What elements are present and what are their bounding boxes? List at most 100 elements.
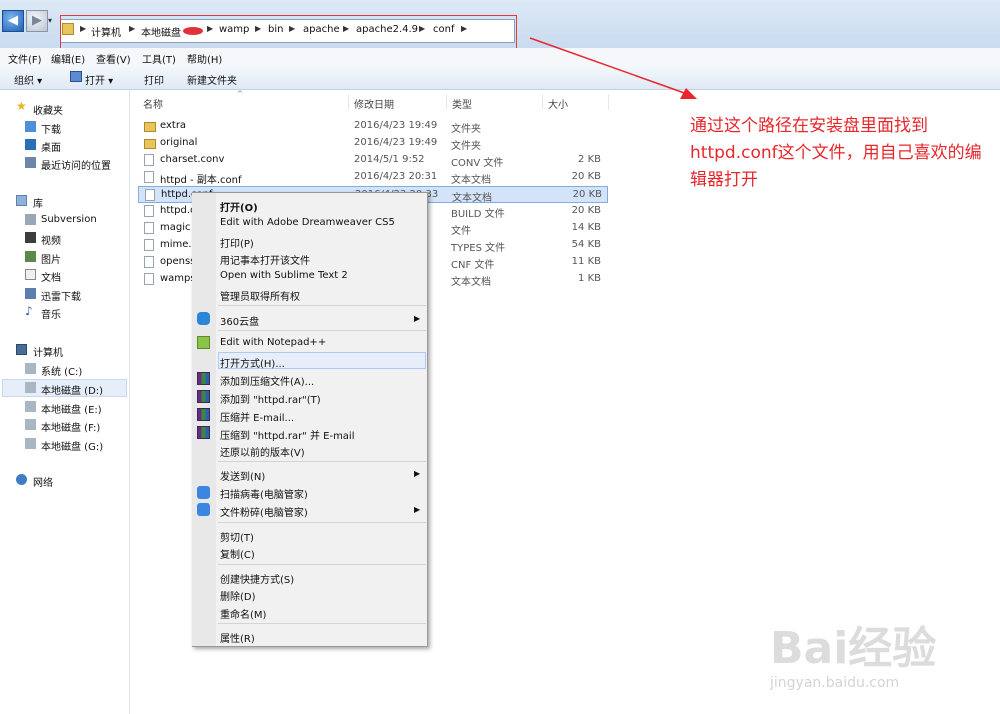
file-icon [144,273,154,285]
submenu-arrow-icon: ▶ [414,505,421,514]
file-date: 2016/4/23 20:31 [354,171,438,182]
ctx-open[interactable]: 打开(O) [220,199,258,214]
annotation-text: 通过这个路径在安装盘里面找到httpd.conf这个文件，用自己喜欢的编辑器打开 [690,116,982,190]
ctx-add-to-rar[interactable]: 添加到 "httpd.rar"(T) [220,391,321,406]
nav-item-video[interactable]: 视频 [41,232,61,247]
nav-item-drive-e[interactable]: 本地磁盘 (E:) [41,401,102,416]
nav-item-drive-d[interactable]: 本地磁盘 (D:) [41,382,103,397]
ctx-print[interactable]: 打印(P) [220,235,254,250]
nav-favorites[interactable]: 收藏夹 [33,102,63,117]
nav-network[interactable]: 网络 [33,474,53,489]
ctx-delete[interactable]: 删除(D) [220,588,256,603]
column-header-name[interactable]: 名称 [143,96,163,111]
menu-view[interactable]: 查看(V) [96,51,131,66]
desktop-icon [25,139,36,150]
file-name: openss [160,256,196,267]
column-header-date[interactable]: 修改日期 [354,96,394,111]
menu-separator [218,461,426,462]
ctx-compress-email[interactable]: 压缩并 E-mail... [220,409,294,424]
nav-item-downloads[interactable]: 下载 [41,121,61,136]
file-icon [144,171,154,183]
ctx-scan-virus[interactable]: 扫描病毒(电脑管家) [220,486,308,501]
column-header-type[interactable]: 类型 [452,96,472,111]
ctx-rename[interactable]: 重命名(M) [220,606,266,621]
ctx-restore-versions[interactable]: 还原以前的版本(V) [220,444,305,459]
nav-item-subversion[interactable]: Subversion [41,214,97,225]
nav-item-desktop[interactable]: 桌面 [41,139,61,154]
nav-item-documents[interactable]: 文档 [41,269,61,284]
open-button[interactable]: 打开 ▾ [85,72,113,87]
menu-separator [218,623,426,624]
download-icon [25,121,36,132]
menu-edit[interactable]: 编辑(E) [51,51,85,66]
ctx-properties[interactable]: 属性(R) [220,630,255,645]
ctx-create-shortcut[interactable]: 创建快捷方式(S) [220,571,294,586]
drive-icon [25,382,36,393]
file-row[interactable]: httpd - 副本.conf 2016/4/23 20:31 文本文档 20 … [138,169,608,186]
library-icon [16,195,27,206]
nav-item-pictures[interactable]: 图片 [41,251,61,266]
menu-separator [218,564,426,565]
menu-help[interactable]: 帮助(H) [187,51,222,66]
recent-pages-dropdown[interactable]: ▾ [48,12,58,30]
music-icon: ♪ [25,304,33,318]
drive-icon [25,401,36,412]
file-icon [144,222,154,234]
nav-libraries[interactable]: 库 [33,195,43,210]
menu-file[interactable]: 文件(F) [8,51,42,66]
nav-item-drive-c[interactable]: 系统 (C:) [41,363,82,378]
column-divider[interactable] [348,94,349,110]
computer-icon [16,344,27,355]
file-size: 2 KB [578,154,601,165]
column-divider[interactable] [608,94,609,110]
file-name: magic [160,222,191,233]
ctx-send-to[interactable]: 发送到(N) [220,468,265,483]
file-name: original [160,137,198,148]
ctx-open-notepad[interactable]: 用记事本打开该文件 [220,252,310,267]
file-size: 20 KB [571,205,601,216]
column-divider[interactable] [446,94,447,110]
file-row[interactable]: original 2016/4/23 19:49 文件夹 [138,135,608,152]
menu-separator [218,522,426,523]
ctx-cut[interactable]: 剪切(T) [220,529,254,544]
nav-item-drive-g[interactable]: 本地磁盘 (G:) [41,438,103,453]
file-size: 14 KB [571,222,601,233]
nav-item-recent[interactable]: 最近访问的位置 [41,157,111,172]
organize-button[interactable]: 组织 ▾ [14,72,42,87]
nav-computer[interactable]: 计算机 [33,344,63,359]
file-row[interactable]: charset.conv 2014/5/1 9:52 CONV 文件 2 KB [138,152,608,169]
column-header-size[interactable]: 大小 [548,96,568,111]
column-divider[interactable] [542,94,543,110]
notepadpp-icon [197,336,210,349]
nav-item-drive-f[interactable]: 本地磁盘 (F:) [41,419,100,434]
ctx-add-to-archive[interactable]: 添加到压缩文件(A)... [220,373,314,388]
ctx-360-cloud[interactable]: 360云盘 [220,313,259,328]
ctx-take-ownership[interactable]: 管理员取得所有权 [220,288,300,303]
file-type: BUILD 文件 [451,209,505,220]
ctx-edit-dreamweaver[interactable]: Edit with Adobe Dreamweaver CS5 [220,217,395,228]
ctx-edit-notepadpp[interactable]: Edit with Notepad++ [220,337,326,348]
file-type: 文件 [451,226,471,237]
menu-tools[interactable]: 工具(T) [142,51,176,66]
video-icon [25,232,36,243]
back-button[interactable]: ◀ [2,10,24,32]
ctx-open-with[interactable]: 打开方式(H)... [220,355,285,370]
ctx-compress-rar-email[interactable]: 压缩到 "httpd.rar" 并 E-mail [220,427,355,442]
menu-separator [218,330,426,331]
file-row[interactable]: extra 2016/4/23 19:49 文件夹 [138,118,608,135]
file-type: 文本文档 [451,277,491,288]
ctx-copy[interactable]: 复制(C) [220,546,255,561]
ctx-shred-file[interactable]: 文件粉碎(电脑管家) [220,504,308,519]
forward-button[interactable]: ▶ [26,10,48,32]
file-type: 文件夹 [451,141,481,152]
winrar-icon [197,426,210,439]
pictures-icon [25,251,36,262]
nav-item-thunder[interactable]: 迅雷下载 [41,288,81,303]
new-folder-button[interactable]: 新建文件夹 [187,72,237,87]
file-type: TYPES 文件 [451,243,506,254]
nav-item-music[interactable]: 音乐 [41,306,61,321]
print-button[interactable]: 打印 [144,72,164,87]
ctx-open-sublime[interactable]: Open with Sublime Text 2 [220,270,348,281]
drive-icon [25,363,36,374]
file-date: 2016/4/23 19:49 [354,120,438,131]
